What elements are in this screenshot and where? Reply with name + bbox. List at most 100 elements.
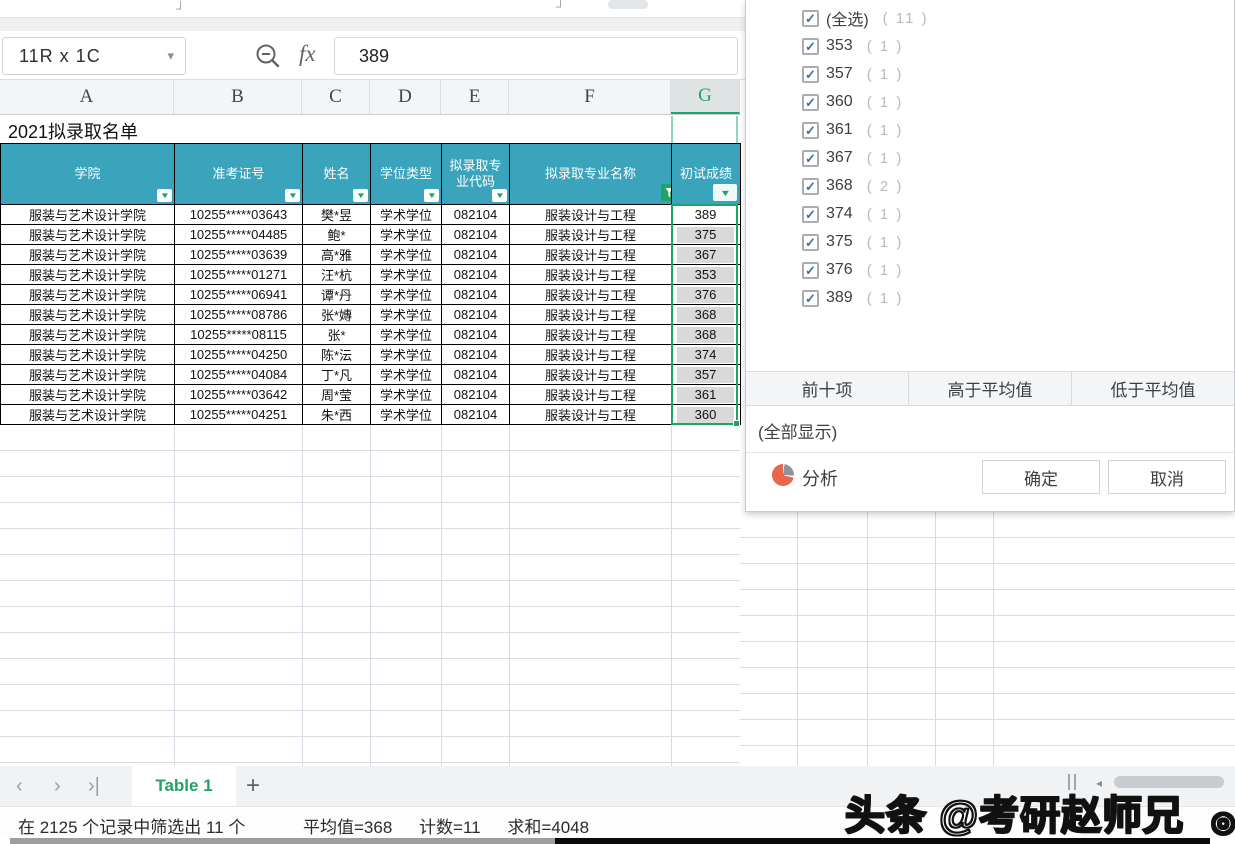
filter-value-item[interactable]: ✓ 374 ( 1 ): [746, 200, 1234, 228]
cell-code[interactable]: 082104: [442, 245, 510, 265]
cell-degree[interactable]: 学术学位: [371, 325, 442, 345]
cell-code[interactable]: 082104: [442, 265, 510, 285]
name-box[interactable]: 11R x 1C ▾: [2, 37, 186, 75]
filter-dropdown-button[interactable]: ▼: [492, 189, 507, 202]
cell-college[interactable]: 服装与艺术设计学院: [1, 405, 175, 425]
cell-college[interactable]: 服装与艺术设计学院: [1, 365, 175, 385]
cell-degree[interactable]: 学术学位: [371, 225, 442, 245]
column-header-c[interactable]: C: [302, 80, 370, 114]
cell-ticket[interactable]: 10255*****03642: [175, 385, 303, 405]
checkbox-checked-icon[interactable]: ✓: [802, 150, 819, 167]
filter-value-item[interactable]: ✓ 367 ( 1 ): [746, 144, 1234, 172]
header-ticket[interactable]: 准考证号 ▼: [175, 144, 303, 205]
cell-college[interactable]: 服装与艺术设计学院: [1, 345, 175, 365]
cancel-button[interactable]: 取消: [1108, 460, 1226, 494]
cell-degree[interactable]: 学术学位: [371, 345, 442, 365]
filter-dropdown-button[interactable]: ▼: [424, 189, 439, 202]
column-header-d[interactable]: D: [370, 80, 441, 114]
cell-college[interactable]: 服装与艺术设计学院: [1, 225, 175, 245]
checkbox-checked-icon[interactable]: ✓: [802, 38, 819, 55]
header-major[interactable]: 拟录取专业名称: [510, 144, 672, 205]
cell-name[interactable]: 高*雅: [303, 245, 371, 265]
split-handle-icon[interactable]: [1068, 774, 1076, 790]
cell-name[interactable]: 周*莹: [303, 385, 371, 405]
prev-sheet-icon[interactable]: ‹: [16, 766, 23, 806]
filter-dropdown-button[interactable]: ▼: [285, 189, 300, 202]
cell-ticket[interactable]: 10255*****01271: [175, 265, 303, 285]
below-average-button[interactable]: 低于平均值: [1072, 372, 1234, 405]
checkbox-checked-icon[interactable]: ✓: [802, 290, 819, 307]
cell-score[interactable]: 367: [672, 245, 741, 265]
column-header-b[interactable]: B: [174, 80, 302, 114]
cell-name[interactable]: 谭*丹: [303, 285, 371, 305]
analyze-button[interactable]: 分析: [802, 465, 838, 491]
cell-score[interactable]: 376: [672, 285, 741, 305]
cell-score[interactable]: 357: [672, 365, 741, 385]
checkbox-checked-icon[interactable]: ✓: [802, 234, 819, 251]
checkbox-checked-icon[interactable]: ✓: [802, 178, 819, 195]
cell-name[interactable]: 汪*杭: [303, 265, 371, 285]
cell-name[interactable]: 张*: [303, 325, 371, 345]
active-filter-funnel-icon[interactable]: [661, 184, 672, 201]
checkbox-checked-icon[interactable]: ✓: [802, 66, 819, 83]
cell-major[interactable]: 服装设计与工程: [510, 405, 672, 425]
cell-major[interactable]: 服装设计与工程: [510, 245, 672, 265]
filter-value-item[interactable]: ✓ 357 ( 1 ): [746, 60, 1234, 88]
checkbox-checked-icon[interactable]: ✓: [802, 94, 819, 111]
cell-code[interactable]: 082104: [442, 365, 510, 385]
cell-ticket[interactable]: 10255*****08115: [175, 325, 303, 345]
cell-ticket[interactable]: 10255*****06941: [175, 285, 303, 305]
cell-ticket[interactable]: 10255*****03639: [175, 245, 303, 265]
cell-college[interactable]: 服装与艺术设计学院: [1, 285, 175, 305]
filter-value-item[interactable]: ✓ 361 ( 1 ): [746, 116, 1234, 144]
header-degree[interactable]: 学位类型 ▼: [371, 144, 442, 205]
cell-major[interactable]: 服装设计与工程: [510, 285, 672, 305]
cell-major[interactable]: 服装设计与工程: [510, 345, 672, 365]
cell-name[interactable]: 朱*西: [303, 405, 371, 425]
cell-degree[interactable]: 学术学位: [371, 405, 442, 425]
cell-degree[interactable]: 学术学位: [371, 205, 442, 225]
show-all-link[interactable]: (全部显示): [758, 418, 837, 443]
title-cell[interactable]: 2021拟录取名单: [8, 118, 138, 144]
header-code[interactable]: 拟录取专业代码 ▼: [442, 144, 510, 205]
cell-score[interactable]: 375: [672, 225, 741, 245]
cell-code[interactable]: 082104: [442, 305, 510, 325]
cell-score[interactable]: 368: [672, 305, 741, 325]
cell-code[interactable]: 082104: [442, 225, 510, 245]
cell-ticket[interactable]: 10255*****04251: [175, 405, 303, 425]
active-sheet-tab[interactable]: Table 1: [132, 766, 236, 806]
header-score[interactable]: 初试成绩 ▼: [672, 144, 741, 205]
cell-college[interactable]: 服装与艺术设计学院: [1, 305, 175, 325]
cell-code[interactable]: 082104: [442, 325, 510, 345]
filter-value-item[interactable]: ✓ 375 ( 1 ): [746, 228, 1234, 256]
cell-college[interactable]: 服装与艺术设计学院: [1, 245, 175, 265]
filter-dropdown-button[interactable]: ▼: [353, 189, 368, 202]
cell-score[interactable]: 353: [672, 265, 741, 285]
cell-ticket[interactable]: 10255*****08786: [175, 305, 303, 325]
cell-name[interactable]: 丁*凡: [303, 365, 371, 385]
column-header-f[interactable]: F: [509, 80, 671, 114]
cell-degree[interactable]: 学术学位: [371, 245, 442, 265]
checkbox-checked-icon[interactable]: ✓: [802, 206, 819, 223]
cell-college[interactable]: 服装与艺术设计学院: [1, 325, 175, 345]
add-sheet-button[interactable]: +: [246, 766, 260, 806]
cell-score[interactable]: 360: [672, 405, 741, 425]
cell-college[interactable]: 服装与艺术设计学院: [1, 265, 175, 285]
name-box-caret-icon[interactable]: ▾: [167, 38, 175, 74]
top-ten-button[interactable]: 前十项: [746, 372, 909, 405]
cell-degree[interactable]: 学术学位: [371, 385, 442, 405]
filter-value-item[interactable]: ✓ (全选) ( 11 ): [746, 4, 1234, 32]
filter-value-item[interactable]: ✓ 376 ( 1 ): [746, 256, 1234, 284]
zoom-out-icon[interactable]: [253, 41, 283, 71]
filter-value-item[interactable]: ✓ 368 ( 2 ): [746, 172, 1234, 200]
filter-value-item[interactable]: ✓ 360 ( 1 ): [746, 88, 1234, 116]
header-name[interactable]: 姓名 ▼: [303, 144, 371, 205]
cell-code[interactable]: 082104: [442, 385, 510, 405]
cell-name[interactable]: 张*嫥: [303, 305, 371, 325]
column-header-g-selected[interactable]: G: [671, 80, 740, 114]
last-sheet-icon[interactable]: ›|: [88, 766, 100, 806]
header-college[interactable]: 学院 ▼: [1, 144, 175, 205]
cell-name[interactable]: 樊*昱: [303, 205, 371, 225]
cell-code[interactable]: 082104: [442, 285, 510, 305]
cell-ticket[interactable]: 10255*****03643: [175, 205, 303, 225]
